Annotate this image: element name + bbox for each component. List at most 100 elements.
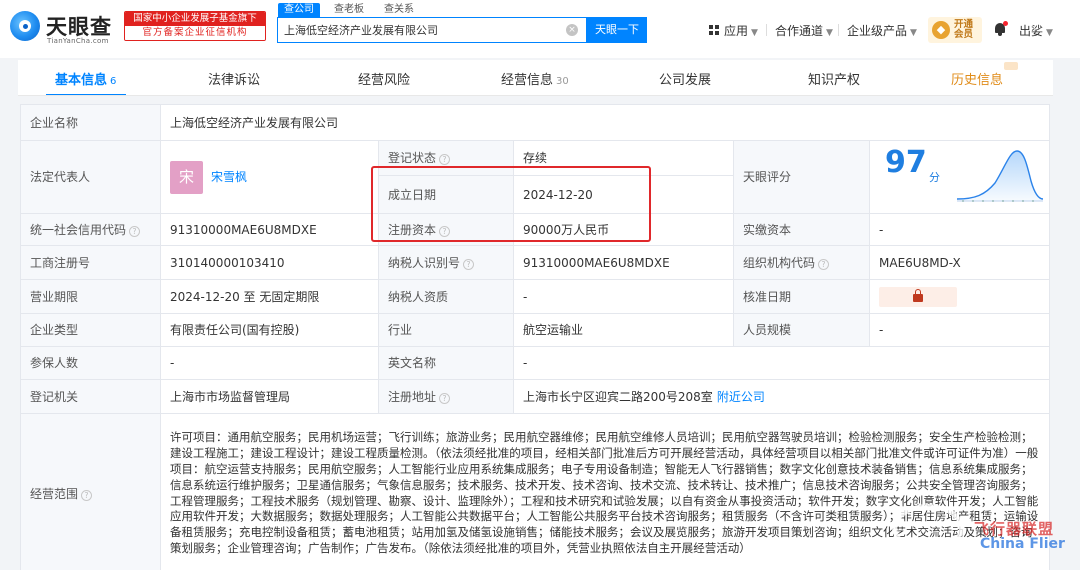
reg-capital-value: 90000万人民币: [513, 213, 734, 246]
score-widget: 97 分: [879, 141, 1044, 213]
label-taxpayer-id: 纳税人识别号?: [378, 245, 514, 280]
label-reg-status: 登记状态?: [378, 139, 514, 177]
label-taxpayer-qual: 纳税人资质: [378, 279, 514, 314]
eye-logo-icon: [10, 11, 40, 41]
biz-reg-no-value: 310140000103410: [160, 245, 379, 280]
label-reg-authority: 登记机关: [20, 379, 161, 414]
search-tab-boss[interactable]: 查老板: [328, 3, 370, 17]
table-row: 企业名称 上海低空经济产业发展有限公司: [20, 104, 1051, 141]
label-english-name: 英文名称: [378, 346, 514, 380]
tab-ip[interactable]: 知识产权: [808, 69, 860, 88]
tab-history[interactable]: 历史信息: [951, 69, 1003, 88]
table-row: 经营范围? 许可项目：通用航空服务；民用机场运营；飞行训练；旅游业务；民用航空器…: [20, 413, 1051, 570]
reg-status-value: 存续: [513, 139, 734, 177]
reg-authority-value: 上海市市场监督管理局: [160, 379, 379, 414]
help-icon[interactable]: ?: [81, 489, 93, 501]
taxpayer-id-value: 91310000MAE6U8MDXE: [513, 245, 734, 280]
search-box: ×: [277, 17, 587, 43]
search-button[interactable]: 天眼一下: [587, 17, 647, 43]
badge-line1: 国家中小企业发展子基金旗下: [125, 12, 265, 26]
table-row: 统一社会信用代码? 91310000MAE6U8MDXE 注册资本? 90000…: [20, 213, 1051, 246]
label-company-type: 企业类型: [20, 313, 161, 347]
biz-term-value: 2024-12-20 至 无固定期限: [160, 279, 379, 314]
top-header: 天眼查 TianYanCha.com 国家中小企业发展子基金旗下 官方备案企业征…: [0, 0, 1080, 58]
vip-label: 开通 会员: [954, 19, 974, 40]
enterprise-menu[interactable]: 企业级产品 ▼: [847, 22, 917, 39]
section-tabs: 基本信息 6 法律诉讼 经营风险 经营信息 30 公司发展 知识产权 历史信息: [18, 60, 1053, 96]
apps-menu[interactable]: 应用 ▼: [709, 22, 758, 39]
vip-button[interactable]: ◆ 开通 会员: [928, 17, 982, 43]
help-icon[interactable]: ?: [129, 225, 141, 237]
tab-development[interactable]: 公司发展: [659, 69, 711, 88]
label-biz-reg-no: 工商注册号: [20, 245, 161, 280]
watermark-subtitle: China Flier: [980, 536, 1065, 552]
divider: [838, 24, 839, 36]
official-badge: 国家中小企业发展子基金旗下 官方备案企业征信机构: [124, 11, 266, 41]
site-logo[interactable]: 天眼查 TianYanCha.com: [10, 7, 122, 47]
reg-address-value: 上海市长宁区迎宾二路200号208室: [523, 389, 713, 404]
nearby-companies-link[interactable]: 附近公司: [717, 390, 765, 404]
help-icon[interactable]: ?: [463, 258, 475, 270]
label-legal-rep: 法定代表人: [20, 140, 161, 214]
reg-address-cell: 上海市长宁区迎宾二路200号208室 附近公司: [512, 379, 1051, 414]
lock-icon[interactable]: [879, 286, 957, 307]
label-insured: 参保人数: [20, 346, 161, 380]
partners-menu[interactable]: 合作通道 ▼: [775, 22, 833, 39]
table-row: 登记机关 上海市市场监督管理局 注册地址? 上海市长宁区迎宾二路200号208室…: [20, 379, 1051, 414]
label-scope: 经营范围?: [20, 413, 161, 570]
label-tyc-score: 天眼评分: [733, 140, 870, 214]
label-reg-capital: 注册资本?: [378, 213, 514, 246]
english-name-value: -: [512, 346, 1051, 380]
tab-risk[interactable]: 经营风险: [358, 69, 410, 88]
logo-domain: TianYanCha.com: [47, 37, 109, 45]
bell-icon[interactable]: [994, 21, 1008, 36]
grid-icon: [709, 25, 720, 36]
help-icon[interactable]: ?: [439, 225, 451, 237]
company-type-value: 有限责任公司(国有控股): [160, 313, 379, 347]
divider: [766, 24, 767, 36]
legal-rep-link[interactable]: 宋雪枫: [211, 170, 247, 184]
table-row: 工商注册号 310140000103410 纳税人识别号? 91310000MA…: [20, 245, 1051, 280]
search-tab-company[interactable]: 查公司: [278, 3, 320, 17]
user-name: 出娑: [1019, 24, 1044, 38]
score-unit: 分: [929, 171, 940, 184]
clear-icon[interactable]: ×: [566, 24, 578, 36]
partners-label: 合作通道: [775, 24, 824, 38]
apps-label: 应用: [724, 24, 749, 38]
table-row: 法定代表人 宋宋雪枫 登记状态? 存续 天眼评分 97 分: [20, 139, 1051, 214]
chevron-down-icon: ▼: [826, 28, 833, 38]
label-org-code: 组织机构代码?: [733, 245, 870, 280]
basic-info-table: 企业名称 上海低空经济产业发展有限公司 法定代表人 宋宋雪枫 登记状态? 存续 …: [20, 104, 1051, 570]
divider: [18, 95, 1053, 96]
help-icon[interactable]: ?: [439, 154, 451, 166]
tab-business[interactable]: 经营信息 30: [501, 69, 569, 88]
est-date-value: 2024-12-20: [513, 175, 734, 214]
tyc-score-cell[interactable]: 97 分: [868, 140, 1051, 214]
search-tab-relation[interactable]: 查关系: [378, 3, 420, 17]
chevron-down-icon: ▼: [1046, 28, 1053, 38]
search-input[interactable]: [284, 23, 554, 36]
org-code-value: MAE6U8MD-X: [868, 245, 1051, 280]
diamond-icon: ◆: [932, 21, 950, 39]
new-badge: [1004, 62, 1018, 70]
tab-legal[interactable]: 法律诉讼: [208, 69, 260, 88]
user-menu[interactable]: 出娑 ▼: [1019, 22, 1053, 39]
watermark-ring: [892, 504, 964, 552]
label-biz-term: 营业期限: [20, 279, 161, 314]
credit-code-value: 91310000MAE6U8MDXE: [160, 213, 379, 246]
label-est-date: 成立日期: [378, 175, 514, 214]
table-row: 营业期限 2024-12-20 至 无固定期限 纳税人资质 - 核准日期: [20, 279, 1051, 314]
label-credit-code: 统一社会信用代码?: [20, 213, 161, 246]
label-approval-date: 核准日期: [733, 279, 870, 314]
staff-size-value: -: [868, 313, 1051, 347]
enterprise-label: 企业级产品: [847, 24, 908, 38]
company-name-value: 上海低空经济产业发展有限公司: [159, 104, 1051, 141]
help-icon[interactable]: ?: [818, 258, 830, 270]
tab-basic-info[interactable]: 基本信息 6: [55, 69, 116, 88]
avatar: 宋: [170, 160, 203, 194]
badge-line2: 官方备案企业征信机构: [125, 26, 265, 40]
label-reg-address: 注册地址?: [378, 379, 514, 414]
chevron-down-icon: ▼: [751, 28, 758, 38]
insured-value: -: [160, 346, 379, 380]
help-icon[interactable]: ?: [439, 392, 451, 404]
